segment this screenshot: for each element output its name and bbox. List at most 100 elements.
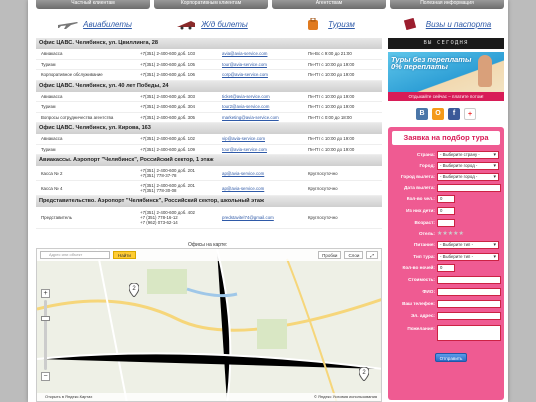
form-row: Питание: - Выберите тип -: [388, 241, 504, 250]
form-input[interactable]: [437, 219, 455, 227]
map-footer: Открыть в Яндекс.Картах © Яндекс Условия…: [37, 393, 381, 401]
form-label: Из них дети:: [406, 208, 435, 213]
form-row: Из них дети: 0: [388, 207, 504, 216]
category-train[interactable]: Ж/д билеты: [153, 14, 270, 34]
form-row: Дата вылета:: [388, 184, 504, 193]
form-row: Город: - Выберите город -: [388, 162, 504, 171]
form-row: Ваш телефон:: [388, 300, 504, 309]
email-link[interactable]: tour2@avia-service.com: [222, 104, 308, 109]
form-input[interactable]: [437, 184, 501, 192]
email-link[interactable]: avia@avia-service.com: [222, 51, 308, 56]
email-link[interactable]: predstavitel74@gmail.com: [222, 215, 308, 220]
map-pin-icon[interactable]: 2: [359, 367, 369, 381]
zoom-slider-knob[interactable]: [41, 316, 50, 321]
map-find-button[interactable]: Найти: [113, 251, 136, 259]
form-select[interactable]: - Выберите тип -: [437, 241, 499, 249]
form-row: Город вылета: - Выберите город -: [388, 173, 504, 182]
form-label: ФИО:: [422, 289, 435, 294]
banner-footer: Отдыхайте сейчас – платите потом!: [388, 92, 504, 101]
tour-banner[interactable]: Туры без переплаты 0% переплаты Отдыхайте…: [388, 52, 504, 101]
table-row: Касса № 4 +7(351) 2-400-600 доб. 201 +7(3…: [36, 181, 382, 196]
table-row: Авиакасса +7(351) 2-400-600 доб. 303 ticke…: [36, 92, 382, 102]
email-link[interactable]: corp@avia-service.com: [222, 72, 308, 77]
form-row: Тип тура: - Выберите тип -: [388, 253, 504, 262]
map[interactable]: Адрес или объект Найти Пробки Слои ⤢ + −…: [36, 248, 382, 402]
tour-request-form: Заявка на подбор тура Страна: - Выберите …: [388, 127, 504, 400]
traffic-button[interactable]: Пробки: [318, 251, 342, 259]
hotel-rating-stars[interactable]: ★★★★★: [437, 230, 464, 237]
sidebar: ВЫ СЕГОДНЯ Туры без переплаты 0% переплат…: [388, 38, 504, 400]
odnoklassniki-icon[interactable]: О: [432, 108, 444, 120]
fullscreen-icon[interactable]: ⤢: [366, 251, 378, 259]
form-label: Отель:: [419, 231, 435, 236]
email-link[interactable]: tour@avia-service.com: [222, 62, 308, 67]
form-label: Дата вылета:: [404, 185, 435, 190]
category-visa[interactable]: Визы и паспорта: [387, 14, 504, 34]
form-label: Страна:: [416, 152, 435, 157]
form-label: Город:: [419, 163, 436, 168]
form-row: Страна: - Выберите страну -: [388, 151, 504, 160]
category-tourism[interactable]: Туризм: [270, 14, 387, 34]
page: Частный клиентам Корпоративным клиентам …: [28, 0, 508, 402]
form-label: Питание:: [413, 242, 435, 247]
form-label: Возраст:: [414, 220, 435, 225]
form-row: Пожелания:: [388, 325, 504, 341]
form-select[interactable]: - Выберите страну -: [437, 151, 499, 159]
form-row: Возраст:: [388, 219, 504, 228]
form-select[interactable]: - Выберите город -: [437, 162, 499, 170]
email-link[interactable]: ap@avia-service.com: [222, 186, 308, 191]
form-input[interactable]: 0: [437, 264, 455, 272]
banner-title: Туры без переплаты 0% переплаты: [391, 55, 472, 71]
nav-tab-agencies[interactable]: Агентствам: [272, 0, 386, 9]
section-title: Офис ЦАВС. Челябинск, ул. 40 лет Победы,…: [36, 80, 382, 92]
offices-table: Офис ЦАВС. Челябинск, ул. Цвиллинга, 28 …: [36, 38, 382, 229]
facebook-icon[interactable]: f: [448, 108, 460, 120]
category-label: Визы и паспорта: [425, 19, 492, 29]
email-link[interactable]: vip@avia-service.com: [222, 136, 308, 141]
email-link[interactable]: ap@avia-service.com: [222, 171, 308, 176]
form-input[interactable]: [437, 288, 501, 296]
nav-tab-corporate[interactable]: Корпоративным клиентам: [154, 0, 268, 9]
submit-button[interactable]: Отправить: [435, 353, 467, 362]
nav-tab-info[interactable]: Полезная информация: [390, 0, 504, 9]
form-input[interactable]: [437, 276, 501, 284]
nav-tab-private[interactable]: Частный клиентам: [36, 0, 150, 9]
category-avia[interactable]: Авиабилеты: [36, 14, 153, 34]
form-input[interactable]: [437, 300, 501, 308]
map-pin-icon[interactable]: 2: [129, 283, 139, 297]
layers-button[interactable]: Слои: [344, 251, 364, 259]
form-label: Кол-во ночей:: [402, 265, 435, 270]
section-title: Офис ЦАВС. Челябинск, ул. Цвиллинга, 28: [36, 38, 382, 49]
form-select[interactable]: - Выберите город -: [437, 173, 499, 181]
airplane-icon: [58, 22, 79, 29]
form-label: Эл. адрес:: [411, 313, 435, 318]
map-search-input[interactable]: Адрес или объект: [40, 251, 110, 259]
zoom-in-button[interactable]: +: [41, 289, 50, 298]
email-link[interactable]: ticket@avia-service.com: [222, 94, 308, 99]
form-label: Город вылета:: [400, 174, 435, 179]
form-input[interactable]: 0: [437, 207, 455, 215]
form-row: ФИО:: [388, 288, 504, 297]
email-link[interactable]: marketing@avia-service.com: [222, 115, 308, 120]
banner-image: [478, 55, 492, 87]
form-row: Стоимость:: [388, 276, 504, 285]
form-select[interactable]: - Выберите тип -: [437, 253, 499, 261]
table-row: Касса № 2 +7(351) 2-400-600 доб. 201 +7(3…: [36, 166, 382, 181]
form-input[interactable]: 0: [437, 195, 455, 203]
plus-icon[interactable]: +: [464, 108, 476, 120]
open-in-yandex-link[interactable]: Открыть в Яндекс.Картах: [45, 394, 92, 399]
table-row: Вопросы сотрудничества агентства +7(351) …: [36, 113, 382, 123]
map-toolbar: Адрес или объект Найти Пробки Слои ⤢: [37, 249, 381, 261]
section-title: Авиакассы. Аэропорт "Челябинск", Российс…: [36, 155, 382, 166]
category-bar: Авиабилеты Ж/д билеты Туризм Визы и пасп…: [36, 14, 504, 34]
section-title: Офис ЦАВС. Челябинск, ул. Кирова, 163: [36, 123, 382, 134]
form-row: Кол-во ночей: 0: [388, 264, 504, 273]
zoom-out-button[interactable]: −: [41, 372, 50, 381]
form-label: Тип тура:: [413, 254, 435, 259]
train-icon: [177, 21, 196, 30]
form-input[interactable]: [437, 312, 501, 320]
vk-icon[interactable]: В: [416, 108, 428, 120]
form-input[interactable]: [437, 325, 501, 341]
email-link[interactable]: tour@avia-service.com: [222, 147, 308, 152]
zoom-slider[interactable]: [41, 300, 50, 370]
